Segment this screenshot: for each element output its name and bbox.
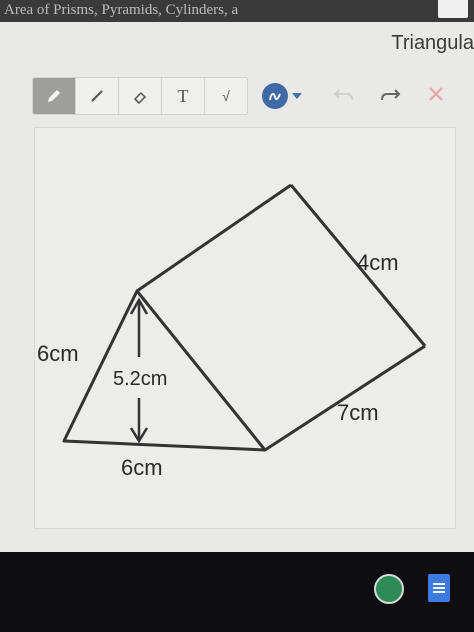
bottom-right-edge	[264, 344, 426, 452]
top-corner-box	[438, 0, 468, 18]
line-tool[interactable]	[75, 77, 119, 115]
eraser-icon	[133, 91, 147, 105]
clear-button[interactable]	[422, 80, 450, 108]
math-icon: √	[222, 88, 230, 104]
triangular-prism-figure	[62, 183, 427, 452]
classroom-app-icon[interactable]	[374, 574, 404, 604]
text-icon: T	[177, 85, 189, 106]
browser-top-bar: Area of Prisms, Pyramids, Cylinders, a	[0, 0, 474, 22]
eraser-tool[interactable]	[118, 77, 162, 115]
label-base: 6cm	[121, 455, 163, 480]
clear-icon	[429, 87, 443, 101]
line-icon	[91, 90, 103, 102]
undo-button[interactable]	[330, 80, 358, 108]
breadcrumb: Area of Prisms, Pyramids, Cylinders, a	[4, 2, 239, 18]
chevron-down-icon[interactable]	[292, 93, 302, 99]
label-length: 4cm	[357, 250, 399, 275]
redo-button[interactable]	[376, 80, 404, 108]
redo-icon	[381, 89, 401, 101]
pencil-icon	[48, 90, 60, 102]
top-edge	[136, 183, 292, 293]
math-tool[interactable]: √	[204, 77, 248, 115]
question-title: Triangula	[391, 32, 474, 54]
label-slant-side: 6cm	[37, 341, 79, 366]
label-height: 5.2cm	[113, 368, 168, 390]
docs-app-icon[interactable]	[428, 574, 450, 602]
text-tool[interactable]: T	[161, 77, 205, 115]
drawing-canvas[interactable]: 6cm 5.2cm 6cm 4cm 7cm	[34, 127, 456, 529]
ink-color-button[interactable]	[262, 83, 288, 109]
label-right-edge: 7cm	[337, 400, 379, 425]
undo-icon	[333, 89, 353, 101]
pencil-tool[interactable]	[32, 77, 76, 115]
drawing-toolbar: T √	[32, 77, 302, 115]
squiggle-icon	[269, 93, 281, 101]
